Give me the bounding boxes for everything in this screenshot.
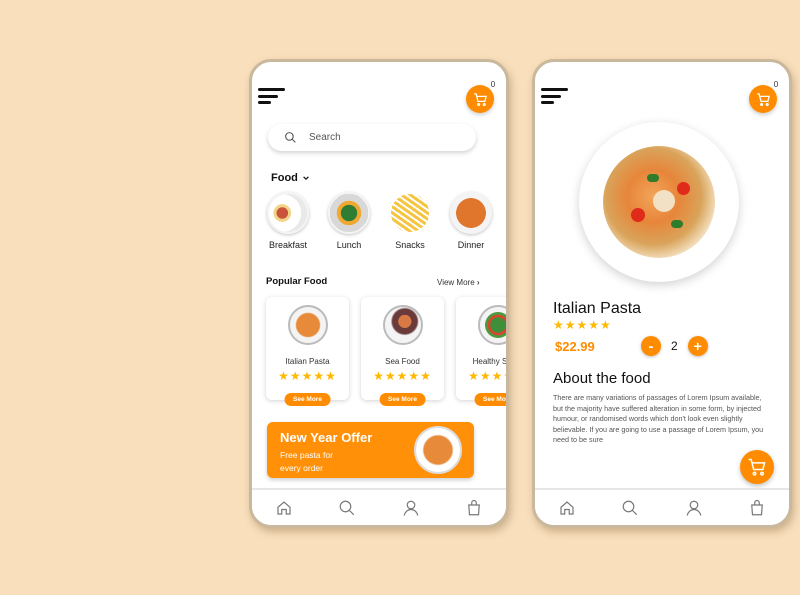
healthy-salad-image [477,305,506,345]
bottom-nav [252,488,506,525]
detail-screen: 0 Italian Pasta ★★★★★ $22.99 - 2 + About… [532,59,792,528]
category-dropdown[interactable]: Food [271,172,310,184]
category-label: Dinner [457,240,485,250]
category-dinner[interactable]: Dinner [445,192,497,250]
cart-count-badge: 0 [488,80,498,90]
offer-subtitle: every order [280,463,323,473]
view-more-link[interactable]: View More › [437,278,480,287]
category-label: Snacks [395,240,425,250]
about-heading: About the food [553,370,651,387]
offer-title: New Year Offer [280,430,373,445]
popular-food-list: Italian Pasta ★★★★★ See More Sea Food ★★… [266,297,508,406]
category-list: Breakfast Lunch Snacks Dinner [262,192,497,250]
search-icon [285,132,296,143]
italian-pasta-image [287,305,328,345]
search-icon[interactable] [621,499,639,517]
food-card-name: Healthy Salad [472,357,508,366]
home-icon[interactable] [275,499,293,517]
category-label: Lunch [336,240,362,250]
food-card[interactable]: Sea Food ★★★★★ See More [361,297,444,406]
cart-icon [756,92,770,106]
search-icon[interactable] [338,499,356,517]
dinner-image [450,192,492,234]
new-year-offer-banner[interactable]: New Year Offer Free pasta for every orde… [267,422,474,478]
profile-icon[interactable] [402,499,420,517]
about-description: There are many variations of passages of… [553,393,764,444]
shopping-bag-icon[interactable] [748,499,766,517]
chevron-down-icon [303,176,309,181]
quantity-value: 2 [671,339,678,353]
snacks-image [389,192,431,234]
cart-count-badge: 0 [771,80,781,90]
profile-icon[interactable] [685,499,703,517]
rating-stars: ★★★★★ [553,318,612,332]
menu-icon[interactable] [541,88,569,104]
food-title: Italian Pasta [553,300,642,317]
category-breakfast[interactable]: Breakfast [262,192,314,250]
rating-stars: ★★★★★ [468,369,506,383]
rating-stars: ★★★★★ [373,369,432,383]
view-more-label: View More [437,278,475,287]
offer-pasta-image [414,426,462,474]
see-more-button[interactable]: See More [474,393,506,406]
home-screen: 0 Food Breakfast Lunch Snacks Dinner Pop… [249,59,509,528]
category-snacks[interactable]: Snacks [384,192,436,250]
bottom-nav [535,488,789,525]
see-more-button[interactable]: See More [284,393,331,406]
cart-icon [473,92,487,106]
rating-stars: ★★★★★ [278,369,337,383]
shopping-bag-icon[interactable] [465,499,483,517]
see-more-button[interactable]: See More [379,393,426,406]
search-input[interactable] [309,132,459,143]
food-card-name: Italian Pasta [285,357,330,366]
home-icon[interactable] [558,499,576,517]
cart-button[interactable]: 0 [466,80,498,113]
search-bar[interactable] [268,124,476,151]
chevron-right-icon: › [476,278,480,287]
food-card-name: Sea Food [385,357,420,366]
quantity-stepper: - 2 + [641,336,708,356]
category-label: Breakfast [268,240,308,250]
italian-pasta-image [579,122,739,282]
cart-button[interactable]: 0 [749,80,781,113]
food-card[interactable]: Healthy Salad ★★★★★ See More [456,297,508,406]
food-card[interactable]: Italian Pasta ★★★★★ See More [266,297,349,406]
decrease-quantity-button[interactable]: - [641,336,661,356]
add-to-cart-button[interactable] [740,450,774,484]
offer-subtitle: Free pasta for [280,450,333,460]
lunch-image [328,192,370,234]
category-dropdown-label: Food [271,172,298,184]
breakfast-image [267,192,309,234]
increase-quantity-button[interactable]: + [687,336,708,356]
cart-icon [748,458,766,476]
price: $22.99 [555,339,595,354]
category-lunch[interactable]: Lunch [323,192,375,250]
menu-icon[interactable] [258,88,286,104]
popular-food-heading: Popular Food [266,276,328,287]
sea-food-image [382,305,423,345]
